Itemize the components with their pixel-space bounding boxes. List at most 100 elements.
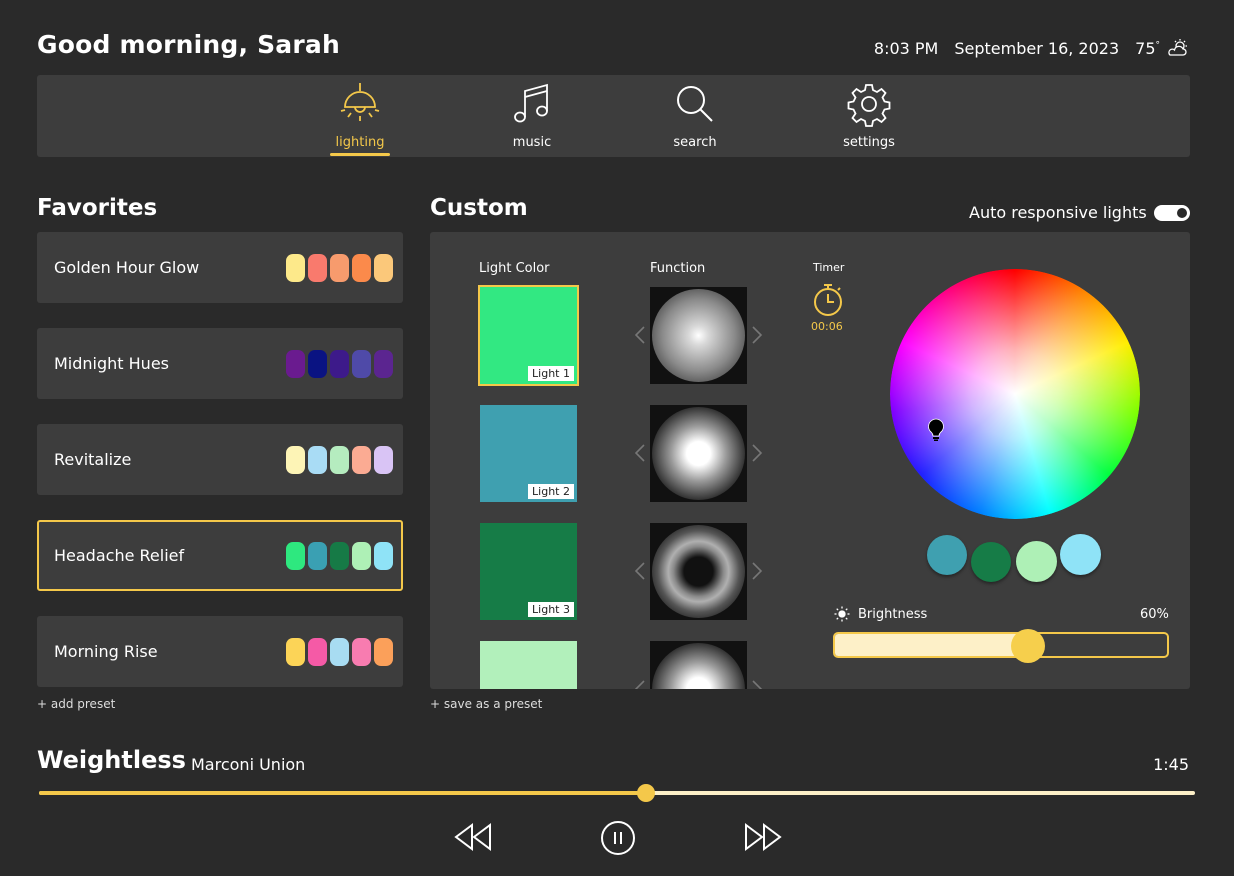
toggle-knob	[1177, 208, 1187, 218]
active-tab-indicator	[330, 153, 390, 156]
function-preview[interactable]	[650, 405, 747, 502]
custom-panel: Light Color Function Light 1 Light 2 Light…	[430, 232, 1190, 689]
function-pattern	[652, 407, 745, 500]
preset-name: Headache Relief	[54, 546, 185, 565]
lamp-icon	[340, 83, 380, 121]
add-preset-link[interactable]: + add preset	[37, 697, 115, 711]
fast-forward-icon[interactable]	[742, 822, 784, 852]
light-label: Light 3	[528, 602, 574, 617]
color-swatch	[374, 350, 393, 378]
save-preset-link[interactable]: + save as a preset	[430, 697, 542, 711]
pause-icon[interactable]	[600, 820, 636, 856]
nav-search-label: search	[673, 135, 717, 150]
preset-swatches	[286, 446, 393, 474]
light-color-swatch[interactable]	[480, 641, 577, 689]
weather: 75°	[1135, 38, 1190, 58]
function-pattern	[652, 289, 745, 382]
light-color-swatch[interactable]: Light 2	[480, 405, 577, 502]
light-label: Light 2	[528, 484, 574, 499]
color-swatch	[308, 638, 327, 666]
gear-icon	[847, 84, 891, 127]
header-status: 8:03 PM September 16, 2023 75°	[874, 38, 1190, 58]
preset-item[interactable]: Headache Relief	[37, 520, 403, 591]
lightbulb-icon[interactable]	[927, 418, 945, 442]
preset-item[interactable]: Revitalize	[37, 424, 403, 495]
color-swatch	[374, 542, 393, 570]
preset-name: Golden Hour Glow	[54, 258, 200, 277]
color-swatch	[374, 254, 393, 282]
palette-color[interactable]	[1016, 541, 1057, 582]
light-label: Light 1	[528, 366, 574, 381]
palette-color[interactable]	[1060, 534, 1101, 575]
color-swatch	[286, 350, 305, 378]
function-pattern	[652, 643, 745, 689]
partly-cloudy-icon	[1168, 39, 1187, 56]
chevron-left-icon[interactable]	[634, 561, 646, 581]
seek-bar[interactable]	[39, 784, 1195, 802]
preset-item[interactable]: Golden Hour Glow	[37, 232, 403, 303]
color-swatch	[330, 254, 349, 282]
palette-color[interactable]	[927, 535, 967, 575]
function-preview[interactable]	[650, 523, 747, 620]
song-title: Weightless	[37, 746, 186, 774]
preset-name: Morning Rise	[54, 642, 158, 661]
rewind-icon[interactable]	[452, 822, 494, 852]
nav-settings-label: settings	[843, 135, 895, 150]
nav-lighting[interactable]: lighting	[305, 81, 415, 156]
clock-time: 8:03 PM	[873, 38, 939, 58]
color-swatch	[374, 638, 393, 666]
color-wheel-saturation	[890, 269, 1140, 519]
preset-item[interactable]: Morning Rise	[37, 616, 403, 687]
color-wheel[interactable]	[890, 269, 1140, 519]
favorites-title: Favorites	[37, 195, 158, 221]
color-swatch	[330, 638, 349, 666]
preset-swatches	[286, 542, 393, 570]
temperature: 75°	[1135, 38, 1160, 58]
chevron-left-icon[interactable]	[634, 443, 646, 463]
color-swatch	[330, 350, 349, 378]
timer-value: 00:06	[811, 320, 843, 333]
seek-handle[interactable]	[636, 784, 655, 802]
color-swatch	[308, 254, 327, 282]
color-swatch	[286, 542, 305, 570]
nav-settings[interactable]: settings	[814, 81, 924, 150]
nav-music[interactable]: music	[477, 81, 587, 150]
color-swatch	[352, 542, 371, 570]
light-color-swatch[interactable]: Light 3	[480, 523, 577, 620]
color-swatch	[352, 446, 371, 474]
seek-fill	[39, 791, 646, 795]
color-swatch	[330, 542, 349, 570]
chevron-right-icon[interactable]	[751, 443, 763, 463]
brightness-value: 60%	[1140, 607, 1169, 622]
nav-music-label: music	[512, 135, 552, 150]
function-preview[interactable]	[650, 287, 747, 384]
preset-swatches	[286, 350, 393, 378]
color-swatch	[308, 350, 327, 378]
chevron-right-icon[interactable]	[751, 679, 763, 689]
greeting: Good morning, Sarah	[37, 30, 340, 59]
auto-responsive-label: Auto responsive lights	[969, 203, 1147, 222]
chevron-right-icon[interactable]	[751, 325, 763, 345]
preset-swatches	[286, 638, 393, 666]
palette-color[interactable]	[971, 542, 1011, 582]
chevron-left-icon[interactable]	[634, 679, 646, 689]
chevron-right-icon[interactable]	[751, 561, 763, 581]
stopwatch-icon[interactable]	[810, 282, 846, 318]
auto-responsive-toggle[interactable]	[1154, 205, 1190, 221]
color-swatch	[286, 254, 305, 282]
preset-name: Midnight Hues	[54, 354, 169, 373]
chevron-left-icon[interactable]	[634, 325, 646, 345]
nav-search[interactable]: search	[640, 81, 750, 150]
preset-name: Revitalize	[54, 450, 132, 469]
color-swatch	[286, 446, 305, 474]
light-color-header: Light Color	[479, 261, 550, 276]
preset-item[interactable]: Midnight Hues	[37, 328, 403, 399]
custom-title: Custom	[430, 195, 528, 221]
light-color-swatch[interactable]: Light 1	[478, 285, 579, 386]
nav-lighting-label: lighting	[335, 135, 385, 150]
brightness-handle[interactable]	[1010, 629, 1045, 663]
preset-swatches	[286, 254, 393, 282]
brightness-slider[interactable]	[833, 629, 1169, 663]
song-elapsed: 1:45	[1153, 755, 1189, 774]
function-preview[interactable]	[650, 641, 747, 689]
